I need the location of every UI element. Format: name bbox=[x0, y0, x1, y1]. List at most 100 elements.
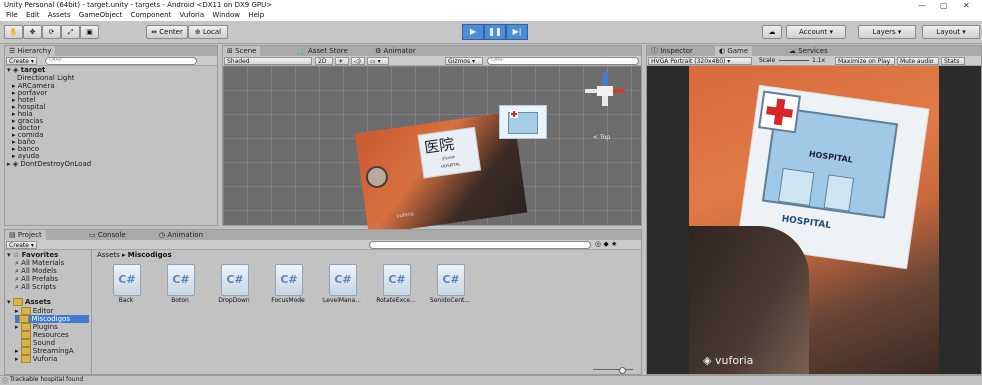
dontdestroy-label: DontDestroyOnLoad bbox=[20, 160, 92, 168]
tab-asset-store[interactable]: 🛒 Asset Store bbox=[293, 46, 352, 56]
script-asset[interactable]: C# bbox=[437, 264, 465, 296]
favorite-item[interactable]: ⌕ All Scripts bbox=[15, 284, 56, 291]
assets-root[interactable]: ▾ Assets bbox=[7, 298, 51, 306]
card-pinyin-text: yīyuàn bbox=[441, 153, 456, 161]
menu-bar: File Edit Assets GameObject Component Vu… bbox=[0, 11, 982, 21]
scene-search-input[interactable]: Q▾All bbox=[487, 57, 639, 65]
tab-hierarchy[interactable]: ☰ Hierarchy bbox=[5, 46, 56, 56]
icon-size-slider[interactable] bbox=[593, 367, 633, 374]
script-asset[interactable]: C# bbox=[275, 264, 303, 296]
finger-ring bbox=[364, 164, 390, 190]
hierarchy-item[interactable]: Directional Light bbox=[17, 75, 75, 82]
tab-project[interactable]: ▤ Project bbox=[5, 230, 46, 240]
folder-item[interactable]: ▸ Plugins bbox=[15, 323, 58, 331]
scene-search-placeholder: Q▾All bbox=[491, 57, 504, 63]
space-local-button[interactable]: ⊕ Local bbox=[188, 25, 228, 39]
script-asset[interactable]: C# bbox=[167, 264, 195, 296]
script-name: FocusMode bbox=[271, 297, 305, 304]
tab-animator[interactable]: ⚙ Animator bbox=[371, 46, 420, 56]
hand-tool-icon[interactable]: ✋ bbox=[4, 25, 23, 39]
title-bar: Unity Personal (64bit) - target.unity - … bbox=[0, 0, 982, 11]
step-button[interactable]: ▶| bbox=[506, 24, 528, 40]
csharp-script-icon: C# bbox=[329, 264, 357, 296]
tab-animation[interactable]: ◷ Animation bbox=[155, 230, 207, 240]
maximize-button[interactable]: ▢ bbox=[940, 1, 948, 10]
slider-thumb[interactable] bbox=[619, 367, 626, 374]
mode-2d-toggle[interactable]: 2D bbox=[315, 57, 333, 65]
dontdestroy-root-item[interactable]: ▸ ◈ DontDestroyOnLoad bbox=[7, 161, 91, 168]
folder-item[interactable]: ▸ Editor bbox=[15, 307, 53, 315]
script-asset[interactable]: C# bbox=[383, 264, 411, 296]
project-search-input[interactable] bbox=[369, 241, 591, 249]
red-cross-icon bbox=[758, 90, 801, 134]
move-tool-icon[interactable]: ✥ bbox=[23, 25, 42, 39]
favorites-header[interactable]: ▾ ☆ Favorites bbox=[7, 252, 58, 259]
minimize-button[interactable]: — bbox=[918, 1, 926, 10]
scale-slider[interactable] bbox=[779, 60, 809, 61]
resolution-dropdown[interactable]: HVGA Portrait (320x480) ▾ bbox=[648, 57, 752, 65]
play-button[interactable]: ▶ bbox=[462, 24, 484, 40]
vuforia-watermark-text: vuforia bbox=[714, 354, 754, 367]
scene-root-item[interactable]: ▾ ◈ target bbox=[7, 67, 45, 74]
project-create-label: Create bbox=[9, 242, 29, 249]
scale-tool-icon[interactable]: ⤢ bbox=[61, 25, 80, 39]
tab-services[interactable]: ☁ Services bbox=[785, 46, 832, 56]
tab-game[interactable]: ◐ Game bbox=[715, 46, 753, 56]
close-button[interactable]: ✕ bbox=[963, 1, 970, 10]
gizmo-x-axis bbox=[613, 89, 625, 93]
favorite-item[interactable]: ⌕ All Prefabs bbox=[15, 276, 58, 283]
tab-console[interactable]: ▭ Console bbox=[85, 230, 130, 240]
script-asset[interactable]: C# bbox=[113, 264, 141, 296]
hierarchy-search-input[interactable]: Q▾All bbox=[45, 57, 197, 65]
layout-dropdown[interactable]: Layout ▾ bbox=[922, 25, 980, 39]
project-create-dropdown[interactable]: Create ▾ bbox=[6, 241, 37, 249]
menu-help[interactable]: Help bbox=[248, 11, 264, 19]
hospital-icon-quad[interactable] bbox=[499, 105, 547, 139]
folder-item[interactable]: Resources bbox=[21, 331, 69, 339]
folder-item-selected[interactable]: Miscodigos bbox=[15, 315, 89, 323]
scene-viewport[interactable]: 医院 yīyuàn HOSPITAL vuforia < Top bbox=[223, 66, 641, 235]
menu-file[interactable]: File bbox=[6, 11, 18, 19]
folder-item[interactable]: Sound bbox=[21, 339, 55, 347]
target-watermark: vuforia bbox=[396, 211, 415, 220]
mute-audio-toggle[interactable]: Mute audio bbox=[897, 57, 939, 65]
lighting-toggle-icon[interactable]: ☀ bbox=[335, 57, 349, 65]
account-dropdown[interactable]: Account ▾ bbox=[786, 25, 846, 39]
rect-tool-icon[interactable]: ▣ bbox=[80, 25, 99, 39]
menu-gameobject[interactable]: GameObject bbox=[79, 11, 123, 19]
favorite-item[interactable]: ⌕ All Models bbox=[15, 268, 57, 275]
script-asset[interactable]: C# bbox=[221, 264, 249, 296]
layout-label: Layout bbox=[936, 28, 961, 36]
script-asset[interactable]: C# bbox=[329, 264, 357, 296]
effects-dropdown-icon[interactable]: ▭ ▾ bbox=[367, 57, 389, 65]
folder-item[interactable]: ▸ StreamingA bbox=[15, 347, 74, 355]
breadcrumb-miscodigos[interactable]: Miscodigos bbox=[128, 251, 172, 259]
menu-component[interactable]: Component bbox=[131, 11, 172, 19]
tab-inspector[interactable]: ⓘ Inspector bbox=[647, 46, 697, 56]
menu-window[interactable]: Window bbox=[212, 11, 240, 19]
rotate-tool-icon[interactable]: ⟳ bbox=[42, 25, 61, 39]
audio-toggle-icon[interactable]: ◁) bbox=[351, 57, 365, 65]
menu-assets[interactable]: Assets bbox=[48, 11, 71, 19]
hierarchy-item[interactable]: ▸ ayuda bbox=[12, 153, 39, 160]
pause-button[interactable]: ❚❚ bbox=[484, 24, 506, 40]
menu-vuforia[interactable]: Vuforia bbox=[180, 11, 205, 19]
cloud-icon[interactable]: ☁ bbox=[762, 25, 782, 39]
script-name: DropDown bbox=[218, 297, 250, 304]
breadcrumb-assets[interactable]: Assets bbox=[97, 251, 120, 259]
maximize-on-play-toggle[interactable]: Maximize on Play bbox=[835, 57, 895, 65]
pivot-center-button[interactable]: ⇹ Center bbox=[146, 25, 188, 39]
project-filter-icons[interactable]: ◎ ◆ ★ bbox=[595, 240, 617, 248]
tab-scene[interactable]: ⊞ Scene bbox=[223, 46, 261, 56]
menu-edit[interactable]: Edit bbox=[26, 11, 40, 19]
folder-item-label: Editor bbox=[32, 307, 54, 315]
stats-toggle[interactable]: Stats bbox=[941, 57, 965, 65]
favorite-item[interactable]: ⌕ All Materials bbox=[15, 260, 64, 267]
layers-dropdown[interactable]: Layers ▾ bbox=[858, 25, 916, 39]
gizmos-dropdown[interactable]: Gizmos ▾ bbox=[445, 57, 483, 65]
hierarchy-create-dropdown[interactable]: Create ▾ bbox=[6, 57, 37, 65]
folder-item[interactable]: ▸ Vuforia bbox=[15, 355, 57, 363]
status-message[interactable]: Trackable hospital found bbox=[10, 376, 83, 383]
scene-axis-gizmo[interactable] bbox=[585, 72, 625, 120]
shading-dropdown[interactable]: Shaded bbox=[224, 57, 312, 65]
